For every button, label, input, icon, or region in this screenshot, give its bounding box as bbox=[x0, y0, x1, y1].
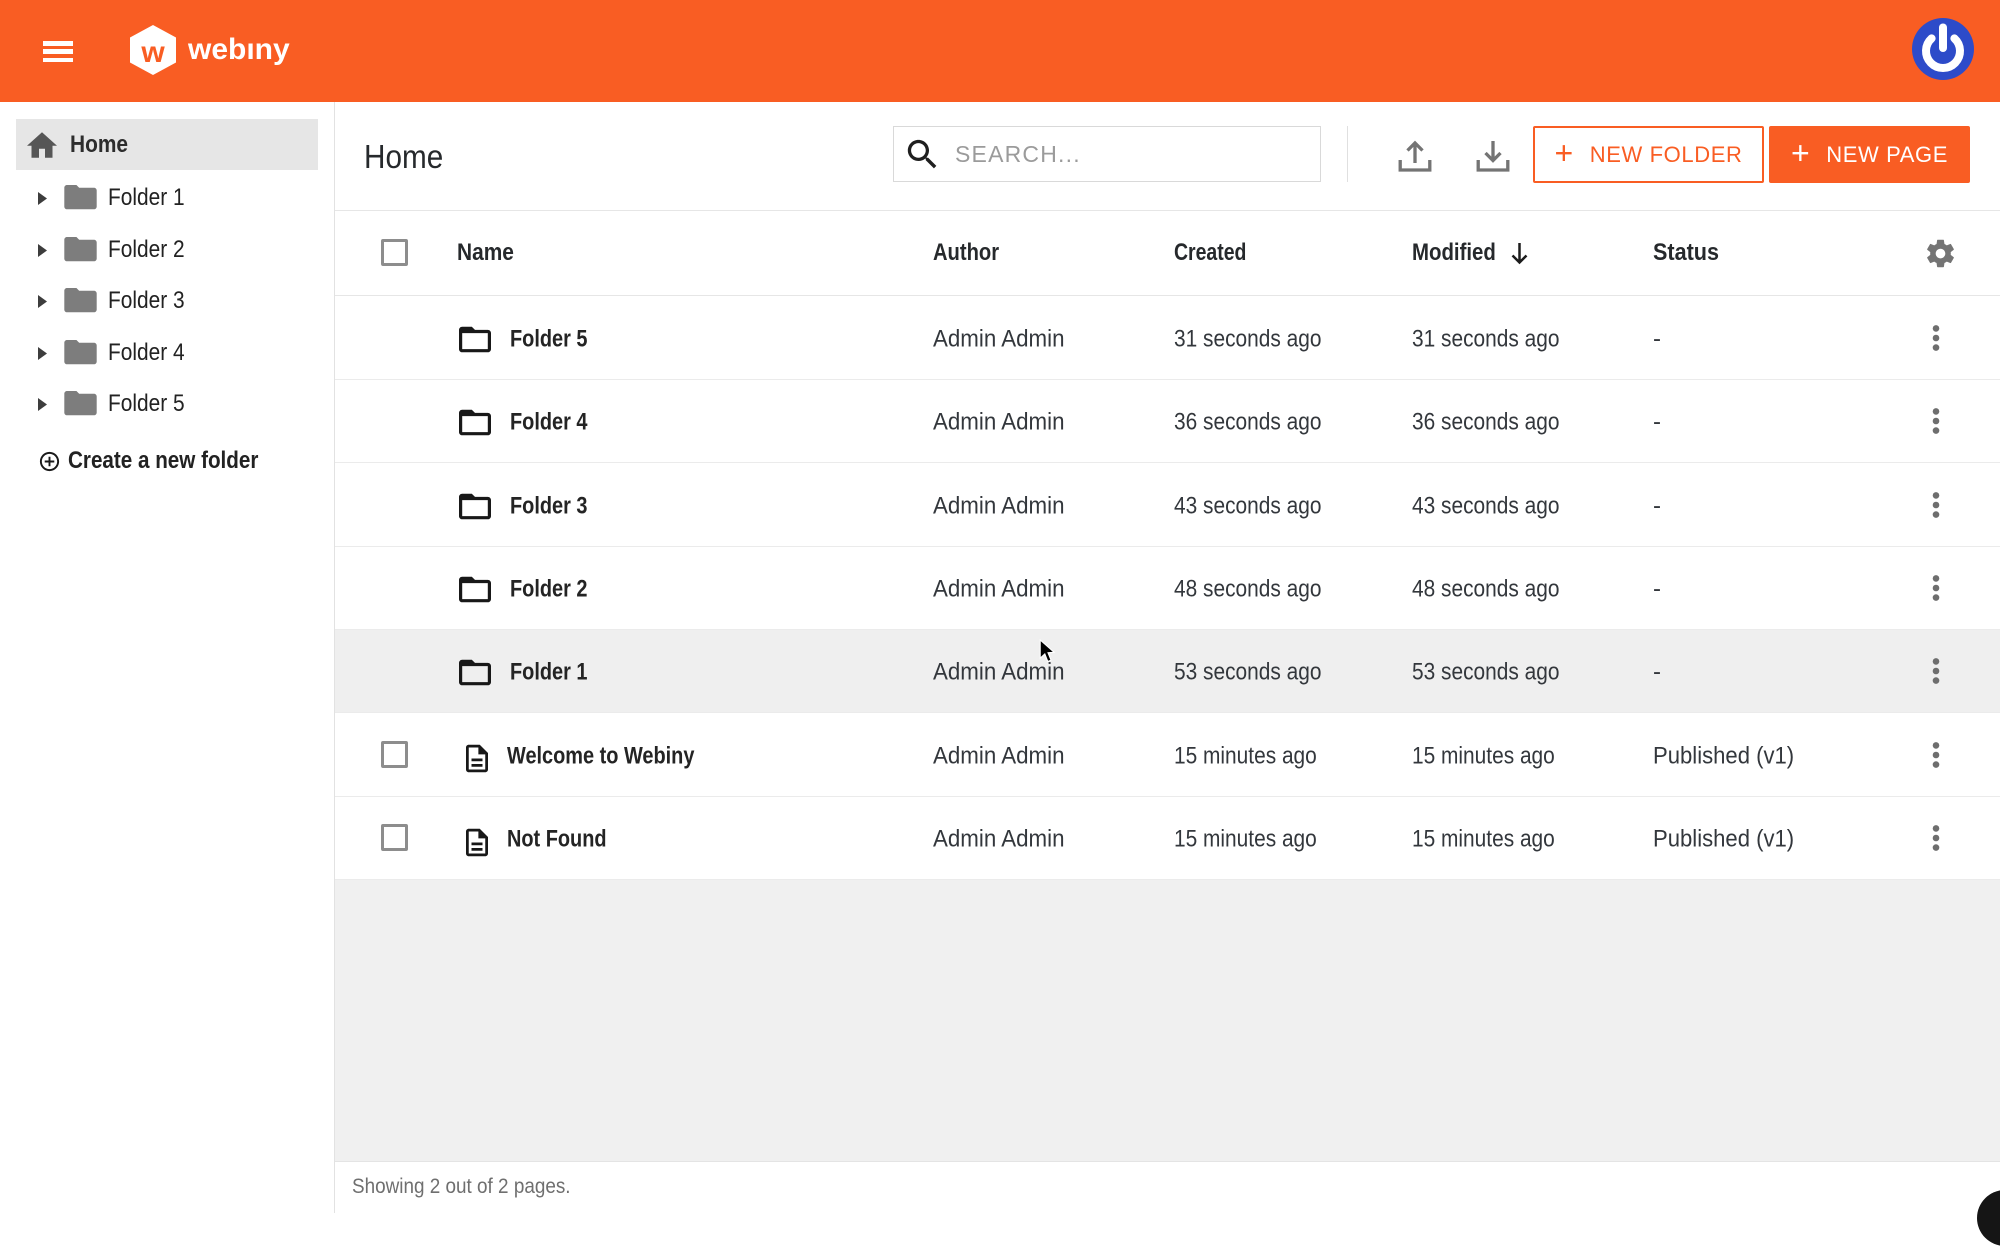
svg-text:w: w bbox=[140, 36, 165, 69]
